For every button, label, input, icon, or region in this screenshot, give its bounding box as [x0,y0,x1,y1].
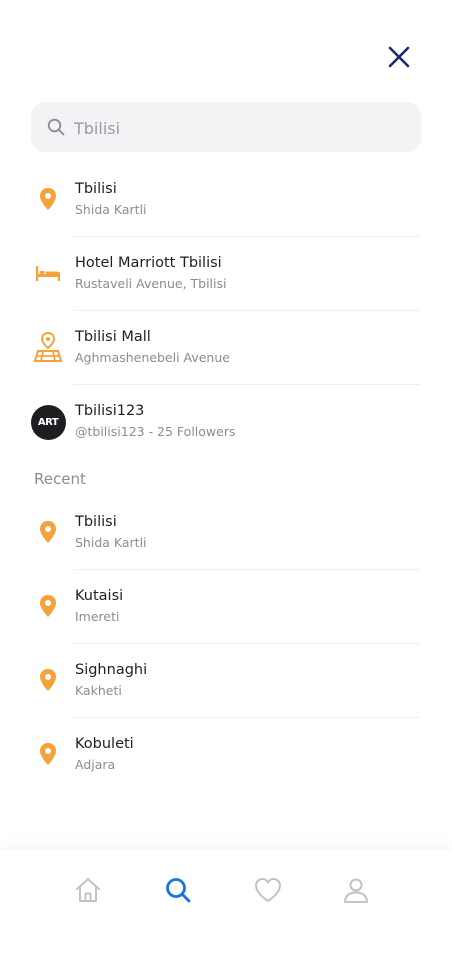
recent-subtitle: Kakheti [75,683,122,698]
result-item-location[interactable]: Tbilisi Shida Kartli [0,181,452,255]
result-title: Tbilisi [75,181,117,197]
location-pin-icon [30,662,66,698]
location-pin-icon [30,588,66,624]
recent-item[interactable]: Sighnaghi Kakheti [0,662,452,736]
close-icon[interactable] [384,42,414,72]
divider [73,310,420,311]
tab-favorites[interactable] [252,874,284,906]
divider [73,236,420,237]
divider [73,569,420,570]
avatar-logo-text: ART [37,416,59,428]
map-location-icon [30,329,66,365]
result-subtitle: Rustaveli Avenue, Tbilisi [75,276,227,291]
search-icon[interactable] [164,876,192,904]
recent-title: Kutaisi [75,588,124,604]
recent-item[interactable]: Kutaisi Imereti [0,588,452,662]
bed-icon [30,255,66,291]
result-subtitle: Aghmashenebeli Avenue [75,350,230,365]
user-avatar: ART [30,404,66,440]
recent-title: Sighnaghi [75,662,148,678]
tab-search[interactable] [162,874,194,906]
recent-title: Tbilisi [75,514,117,530]
result-item-mall[interactable]: Tbilisi Mall Aghmashenebeli Avenue [0,329,452,403]
close-button[interactable] [384,42,414,72]
recent-heading: Recent [34,470,86,488]
recent-title: Kobuleti [75,736,134,752]
home-icon[interactable] [74,876,102,904]
recent-subtitle: Adjara [75,757,116,772]
divider [73,717,420,718]
tab-profile[interactable] [340,874,372,906]
result-item-hotel[interactable]: Hotel Marriott Tbilisi Rustaveli Avenue,… [0,255,452,329]
recent-subtitle: Imereti [75,609,120,624]
location-pin-icon [30,736,66,772]
result-title: Tbilisi123 [75,403,145,419]
profile-icon[interactable] [342,876,370,904]
result-title: Tbilisi Mall [75,329,151,345]
search-input[interactable] [72,102,406,154]
bottom-tab-bar [0,850,452,956]
avatar: ART [30,404,66,440]
location-pin-icon [30,514,66,550]
search-bar[interactable] [31,102,421,154]
recent-subtitle: Shida Kartli [75,535,147,550]
search-icon [47,118,65,136]
result-item-user[interactable]: ART Tbilisi123 @tbilisi123 - 25 Follower… [0,403,452,477]
result-subtitle: Shida Kartli [75,202,147,217]
recent-item[interactable]: Tbilisi Shida Kartli [0,514,452,588]
divider [73,384,420,385]
result-subtitle: @tbilisi123 - 25 Followers [75,424,236,439]
divider [73,643,420,644]
heart-icon[interactable] [253,876,283,904]
recent-item[interactable]: Kobuleti Adjara [0,736,452,810]
location-pin-icon [30,181,66,217]
tab-home[interactable] [72,874,104,906]
result-title: Hotel Marriott Tbilisi [75,255,222,271]
